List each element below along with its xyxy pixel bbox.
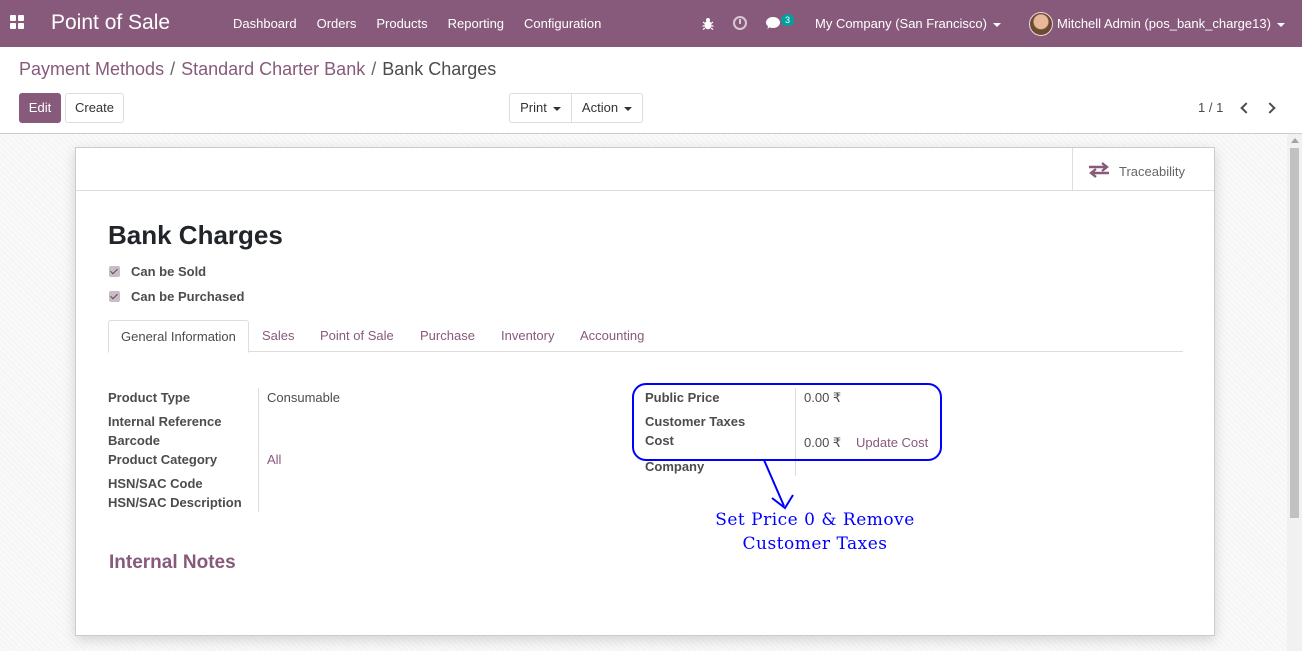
breadcrumb-standard-charter-bank[interactable]: Standard Charter Bank (181, 59, 365, 79)
exchange-icon (1089, 162, 1109, 178)
breadcrumb: Payment Methods / Standard Charter Bank / Ba… (19, 59, 496, 80)
tab-inventory[interactable]: Inventory (489, 320, 566, 353)
tab-purchase[interactable]: Purchase (408, 320, 487, 353)
traceability-button[interactable]: Traceability (1072, 148, 1214, 191)
chevron-down-icon (1276, 22, 1285, 27)
edit-button[interactable]: Edit (19, 93, 61, 123)
debug-bug-icon[interactable] (702, 17, 714, 30)
scroll-up-arrow-icon[interactable] (1291, 138, 1299, 143)
chevron-right-icon (1264, 102, 1276, 114)
action-dropdown[interactable]: Action (571, 93, 643, 123)
vertical-scrollbar[interactable] (1287, 134, 1302, 651)
hsn-sac-code-label: HSN/SAC Code (108, 476, 203, 491)
create-button[interactable]: Create (65, 93, 124, 123)
messages-count-badge: 3 (781, 14, 795, 26)
apps-menu-icon[interactable] (10, 15, 26, 31)
menu-configuration[interactable]: Configuration (514, 0, 611, 47)
internal-reference-label: Internal Reference (108, 414, 222, 429)
can-be-sold-row: Can be Sold (109, 264, 206, 279)
breadcrumb-separator: / (170, 59, 176, 79)
company-label: Company (645, 459, 705, 474)
product-type-label: Product Type (108, 390, 191, 405)
breadcrumb-current: Bank Charges (382, 59, 497, 79)
breadcrumb-separator: / (371, 59, 377, 79)
company-switcher[interactable]: My Company (San Francisco) (815, 0, 1001, 47)
messaging-chat-icon[interactable] (766, 17, 780, 28)
can-be-purchased-row: Can be Purchased (109, 289, 244, 304)
company-name: My Company (San Francisco) (815, 16, 987, 31)
product-category-label: Product Category (108, 452, 218, 467)
hsn-sac-description-label: HSN/SAC Description (108, 495, 242, 510)
chevron-left-icon (1240, 102, 1252, 114)
menu-dashboard[interactable]: Dashboard (223, 0, 307, 47)
pager-previous-button[interactable] (1238, 100, 1252, 116)
product-type-value[interactable]: Consumable (267, 390, 340, 405)
print-label: Print (520, 100, 547, 115)
main-menu: Dashboard Orders Products Reporting Conf… (223, 0, 611, 47)
activity-clock-icon[interactable] (733, 16, 747, 30)
barcode-label: Barcode (108, 433, 161, 448)
print-dropdown[interactable]: Print (509, 93, 572, 123)
can-be-sold-label: Can be Sold (131, 264, 207, 279)
top-navbar: Point of Sale Dashboard Orders Products … (0, 0, 1302, 47)
can-be-sold-checkbox[interactable] (109, 266, 120, 277)
chevron-down-icon (624, 106, 633, 111)
traceability-label: Traceability (1119, 164, 1185, 179)
notebook-tabs: General Information Sales Point of Sale … (108, 320, 1183, 353)
can-be-purchased-label: Can be Purchased (131, 289, 245, 304)
annotation-highlight-box (632, 383, 942, 461)
chevron-down-icon (992, 22, 1001, 27)
scrollbar-thumb[interactable] (1290, 148, 1299, 518)
app-name: Point of Sale (51, 11, 171, 34)
user-avatar[interactable] (1029, 12, 1053, 36)
annotation-arrow-icon (763, 459, 794, 510)
annotation-note: Set Price 0 & Remove Customer Taxes (715, 510, 915, 554)
action-label: Action (581, 100, 619, 115)
tab-sales[interactable]: Sales (250, 320, 307, 353)
smart-button-box: Traceability (76, 148, 1214, 191)
tab-point-of-sale[interactable]: Point of Sale (308, 320, 406, 353)
product-category-link[interactable]: All (267, 452, 281, 467)
product-title[interactable]: Bank Charges (108, 220, 283, 251)
pager-value[interactable]: 1 / 1 (1198, 100, 1223, 115)
tab-accounting[interactable]: Accounting (568, 320, 656, 353)
breadcrumb-payment-methods[interactable]: Payment Methods (19, 59, 164, 79)
menu-orders[interactable]: Orders (307, 0, 367, 47)
can-be-purchased-checkbox[interactable] (109, 291, 120, 302)
menu-reporting[interactable]: Reporting (438, 0, 514, 47)
pager-next-button[interactable] (1264, 100, 1278, 116)
internal-notes-heading: Internal Notes (109, 552, 236, 573)
left-group-divider (258, 388, 259, 512)
chevron-down-icon (552, 106, 561, 111)
user-name: Mitchell Admin (pos_bank_charge13) (1057, 16, 1271, 31)
tab-general-information[interactable]: General Information (108, 320, 249, 353)
menu-products[interactable]: Products (366, 0, 437, 47)
user-menu[interactable]: Mitchell Admin (pos_bank_charge13) (1057, 0, 1285, 47)
